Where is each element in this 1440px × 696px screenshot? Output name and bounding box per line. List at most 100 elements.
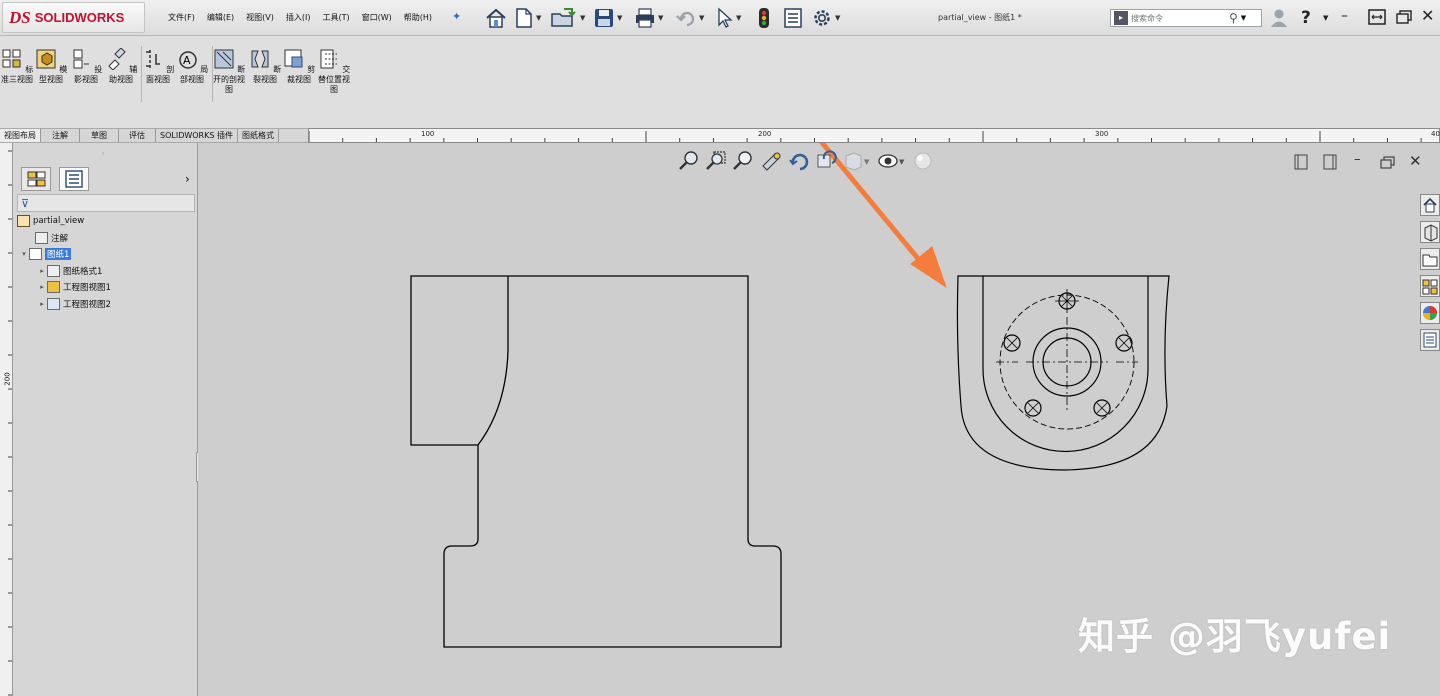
svg-text:▼: ▼ bbox=[864, 158, 870, 166]
chevron-right-icon[interactable]: › bbox=[185, 172, 190, 186]
collapse-icon[interactable]: ▾ bbox=[19, 250, 29, 258]
tree-item-drawing-view-2-label: 工程图视图2 bbox=[63, 300, 111, 310]
close-icon[interactable]: ✕ bbox=[1421, 6, 1434, 25]
split-horizontal-icon[interactable] bbox=[1294, 154, 1308, 174]
viewport-close-icon[interactable]: ✕ bbox=[1409, 152, 1422, 170]
expand-icon[interactable]: ▸ bbox=[37, 300, 47, 308]
alternate-position-view-button[interactable]: 交替位置视图 bbox=[317, 48, 351, 95]
task-pane-tabs bbox=[1420, 194, 1440, 356]
break-view-icon bbox=[251, 50, 269, 68]
broken-out-section-button[interactable]: 断开的剖视图 bbox=[212, 48, 246, 95]
ruler-ticks bbox=[309, 131, 1422, 142]
tree-item-drawing-view-1[interactable]: ▸ 工程图视图1 bbox=[37, 281, 111, 293]
open-icon[interactable]: ▼ bbox=[550, 6, 585, 30]
standard-3-view-button[interactable]: 标准三视图 bbox=[0, 48, 34, 85]
menu-tools[interactable]: 工具(T) bbox=[322, 12, 349, 23]
section-view-button[interactable]: 剖面视图 bbox=[141, 48, 175, 85]
custom-properties-icon[interactable] bbox=[1420, 329, 1440, 351]
tab-annotation[interactable]: 注解 bbox=[41, 129, 80, 142]
panel-grip-icon[interactable]: ◦ bbox=[101, 150, 105, 158]
file-properties-icon[interactable] bbox=[783, 6, 803, 30]
break-view-button[interactable]: 断裂视图 bbox=[248, 48, 282, 85]
vertical-ruler-mark: 200 bbox=[3, 372, 12, 386]
hide-show-icon[interactable]: ▼ bbox=[877, 150, 907, 172]
help-dropdown-icon[interactable]: ▼ bbox=[1323, 14, 1328, 22]
previous-view-icon[interactable] bbox=[815, 150, 837, 172]
detail-view-icon: A bbox=[178, 51, 197, 69]
tree-item-drawing-view-1-label: 工程图视图1 bbox=[63, 283, 111, 293]
user-icon[interactable] bbox=[1270, 8, 1288, 32]
undo-icon[interactable]: ▼ bbox=[675, 6, 704, 30]
tree-item-annotations[interactable]: 注解 bbox=[35, 232, 68, 244]
pin-icon[interactable]: ✦ bbox=[452, 10, 461, 23]
print-icon[interactable]: ▼ bbox=[634, 6, 663, 30]
drawing-view-icon bbox=[47, 281, 60, 293]
new-document-icon[interactable]: ▼ bbox=[514, 6, 541, 30]
view-palette-icon[interactable] bbox=[1420, 275, 1440, 297]
bolt-holes bbox=[1003, 289, 1133, 417]
maximize-icon[interactable] bbox=[1396, 10, 1412, 28]
zoom-in-out-icon[interactable] bbox=[732, 150, 754, 172]
broken-out-section-icon bbox=[214, 49, 234, 69]
tab-evaluate[interactable]: 评估 bbox=[119, 129, 156, 142]
projected-view-button[interactable]: 投影视图 bbox=[69, 48, 103, 85]
sheet-format-icon bbox=[47, 265, 60, 277]
model-view-icon bbox=[36, 49, 56, 69]
tab-solidworks-addins[interactable]: SOLIDWORKS 插件 bbox=[156, 129, 238, 142]
expand-icon[interactable]: ▸ bbox=[37, 283, 47, 291]
tree-item-sheet-format[interactable]: ▸ 图纸格式1 bbox=[37, 265, 102, 277]
save-icon[interactable]: ▼ bbox=[593, 6, 622, 30]
tab-sketch[interactable]: 草图 bbox=[80, 129, 119, 142]
file-explorer-icon[interactable] bbox=[1420, 248, 1440, 270]
zoom-to-area-icon[interactable] bbox=[705, 150, 727, 172]
search-input[interactable] bbox=[1131, 13, 1229, 23]
command-manager-tabs: 视图布局 注解 草图 评估 SOLIDWORKS 插件 图纸格式 bbox=[0, 128, 308, 143]
tree-item-drawing-view-2[interactable]: ▸ 工程图视图2 bbox=[37, 298, 111, 310]
viewport-restore-icon[interactable] bbox=[1380, 156, 1395, 173]
tree-root[interactable]: partial_view bbox=[17, 215, 84, 227]
property-manager-tab[interactable] bbox=[59, 167, 89, 191]
rotate-icon[interactable] bbox=[788, 150, 810, 172]
auxiliary-view-button[interactable]: 辅助视图 bbox=[104, 47, 138, 85]
magnifier-icon[interactable]: ⚲ bbox=[1229, 11, 1238, 25]
command-search[interactable]: ▸ ⚲ ▼ bbox=[1110, 9, 1262, 27]
tree-item-sheet-format-label: 图纸格式1 bbox=[63, 267, 103, 277]
home-icon[interactable] bbox=[484, 6, 508, 30]
menu-help[interactable]: 帮助(H) bbox=[404, 12, 432, 23]
feature-manager-tab[interactable] bbox=[21, 167, 51, 191]
pan-icon[interactable] bbox=[759, 150, 783, 172]
ruler-mark-400: 40 bbox=[1431, 130, 1440, 138]
tree-item-sheet[interactable]: ▾ 图纸1 bbox=[19, 248, 72, 260]
appearance-icon[interactable] bbox=[912, 150, 934, 172]
projected-view-icon bbox=[47, 298, 60, 310]
appearances-scenes-icon[interactable] bbox=[1420, 302, 1440, 324]
model-view-button[interactable]: 模型视图 bbox=[34, 48, 68, 85]
alternate-position-view-icon bbox=[320, 49, 337, 69]
design-library-icon[interactable] bbox=[1420, 221, 1440, 243]
solidworks-resources-icon[interactable] bbox=[1420, 194, 1440, 216]
menu-file[interactable]: 文件(F) bbox=[168, 12, 195, 23]
tab-view-layout[interactable]: 视图布局 bbox=[0, 129, 41, 142]
menu-view[interactable]: 视图(V) bbox=[246, 12, 274, 23]
crop-view-button[interactable]: 剪裁视图 bbox=[282, 48, 316, 85]
display-style-icon[interactable]: ▼ bbox=[842, 150, 872, 172]
viewport-minimize-icon[interactable]: – bbox=[1354, 152, 1361, 167]
restore-icon[interactable] bbox=[1368, 9, 1386, 29]
search-dropdown-icon[interactable]: ▼ bbox=[1241, 14, 1246, 22]
tab-sheet-format[interactable]: 图纸格式 bbox=[238, 129, 279, 142]
expand-icon[interactable]: ▸ bbox=[37, 267, 47, 275]
feature-tree-icon bbox=[27, 171, 46, 187]
tree-filter-field[interactable]: ⊽ bbox=[17, 194, 195, 212]
menu-window[interactable]: 窗口(W) bbox=[362, 12, 392, 23]
solidworks-logo[interactable]: DS SOLIDWORKS bbox=[2, 2, 145, 33]
split-vertical-icon[interactable] bbox=[1323, 154, 1337, 174]
zoom-to-fit-icon[interactable] bbox=[678, 150, 700, 172]
options-icon[interactable]: ▼ bbox=[811, 6, 840, 30]
menu-insert[interactable]: 插入(I) bbox=[286, 12, 311, 23]
rebuild-icon[interactable] bbox=[757, 6, 771, 30]
select-icon[interactable]: ▼ bbox=[716, 6, 741, 30]
detail-view-button[interactable]: A 局部视图 bbox=[175, 48, 209, 85]
menu-edit[interactable]: 编辑(E) bbox=[207, 12, 234, 23]
help-icon[interactable]: ? bbox=[1301, 8, 1311, 28]
minimize-icon[interactable]: – bbox=[1341, 8, 1348, 24]
